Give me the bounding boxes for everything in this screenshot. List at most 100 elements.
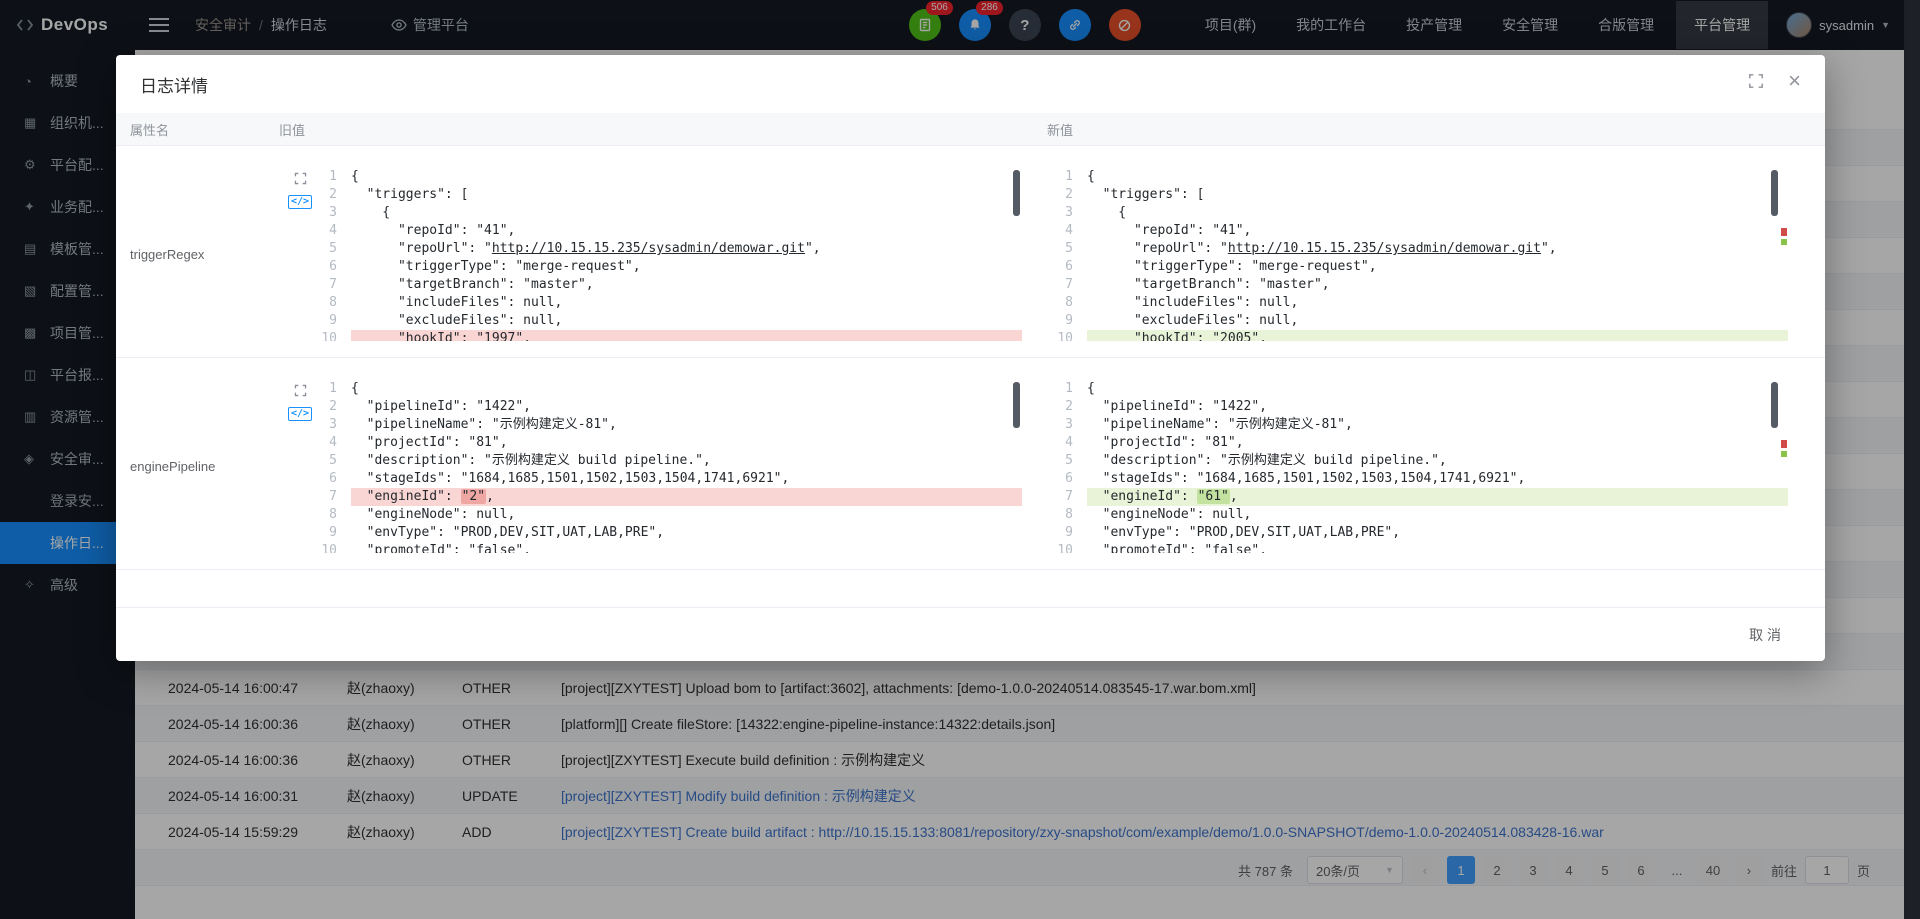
editor-scrollbar-thumb[interactable] [1771, 382, 1778, 428]
line-number: 2 [1053, 398, 1087, 416]
diff-row: enginePipeline </> 1{ 2 "pipelineId": "1422… [116, 358, 1825, 570]
code-line: 9 "envType": "PROD,DEV,SIT,UAT,LAB,PRE", [317, 524, 1022, 542]
code-line: 8 "engineNode": null, [317, 506, 1022, 524]
code-line: 8 "includeFiles": null, [317, 294, 1022, 312]
code-line: 1{ [317, 168, 1022, 186]
diff-table-header: 属性名 旧值 新值 [116, 113, 1825, 146]
code-line: 2 "triggers": [ [317, 186, 1022, 204]
line-number: 8 [1053, 506, 1087, 524]
line-number: 9 [317, 524, 351, 542]
new-value-cell: 1{2 "triggers": [3 {4 "repoId": "41",5 "… [1047, 168, 1825, 341]
code-editor[interactable]: 1{2 "triggers": [3 {4 "repoId": "41",5 "… [317, 168, 1022, 341]
line-number: 1 [317, 380, 351, 398]
code-line: 6 "stageIds": "1684,1685,1501,1502,1503,… [317, 470, 1022, 488]
code-line: 9 "excludeFiles": null, [317, 312, 1022, 330]
editor-code-icon[interactable]: </> [288, 195, 312, 209]
line-number: 4 [1053, 222, 1087, 240]
line-number: 8 [317, 294, 351, 312]
editor-scrollbar-thumb[interactable] [1771, 170, 1778, 216]
line-number: 8 [317, 506, 351, 524]
fullscreen-icon[interactable] [1748, 73, 1764, 89]
code-line: 10 "hookId": "1997", [317, 330, 1022, 341]
code-line: 3 { [317, 204, 1022, 222]
diff-marker-added [1781, 239, 1787, 245]
line-number: 10 [317, 330, 351, 341]
code-line: 2 "pipelineId": "1422", [317, 398, 1022, 416]
code-editor[interactable]: 1{2 "triggers": [3 {4 "repoId": "41",5 "… [1053, 168, 1788, 341]
editor-expand-icon[interactable] [294, 384, 307, 397]
attr-name: triggerRegex [116, 168, 279, 341]
old-value-cell: </>1{2 "pipelineId": "1422",3 "pipelineN… [279, 380, 1047, 553]
log-detail-dialog: 日志详情 × 属性名 旧值 新值 triggerRegex</>1{2 "tri… [116, 55, 1825, 661]
cancel-button[interactable]: 取 消 [1749, 625, 1781, 645]
line-number: 3 [317, 416, 351, 434]
line-number: 1 [317, 168, 351, 186]
code-line: 4 "projectId": "81", [1053, 434, 1788, 452]
code-line: 6 "triggerType": "merge-request", [1053, 258, 1788, 276]
code-line: 10 "promoteId": "false", [317, 542, 1022, 553]
code-line: 8 "includeFiles": null, [1053, 294, 1788, 312]
page-root: DevOps 安全审计 / 操作日志 管理平台 506 [0, 0, 1920, 919]
code-line: 7 "targetBranch": "master", [1053, 276, 1788, 294]
editor-toolbar: </> [283, 380, 317, 553]
line-number: 3 [1053, 204, 1087, 222]
code-link[interactable]: http://10.15.15.235/sysadmin/demowar.git [1228, 241, 1541, 256]
new-value-cell: 1{2 "pipelineId": "1422",3 "pipelineName… [1047, 380, 1825, 553]
code-editor[interactable]: 1{2 "pipelineId": "1422",3 "pipelineName… [317, 380, 1022, 553]
line-number: 10 [1053, 542, 1087, 553]
code-line: 2 "triggers": [ [1053, 186, 1788, 204]
editor-code-icon[interactable]: </> [288, 407, 312, 421]
code-line: 10 "hookId": "2005", [1053, 330, 1788, 341]
editor-scrollbar-thumb[interactable] [1013, 170, 1020, 216]
code-link[interactable]: http://10.15.15.235/sysadmin/demowar.git [492, 241, 805, 256]
line-number: 5 [1053, 240, 1087, 258]
line-number: 7 [1053, 488, 1087, 506]
code-line: 4 "repoId": "41", [1053, 222, 1788, 240]
diff-row: triggerRegex</>1{2 "triggers": [3 {4 "re… [116, 146, 1825, 358]
line-number: 4 [317, 434, 351, 452]
code-line: 4 "projectId": "81", [317, 434, 1022, 452]
line-number: 1 [1053, 168, 1087, 186]
line-number: 7 [317, 276, 351, 294]
line-number: 4 [1053, 434, 1087, 452]
editor-scrollbar-thumb[interactable] [1013, 382, 1020, 428]
diff-marker-removed [1781, 440, 1787, 448]
line-number: 9 [1053, 312, 1087, 330]
old-value-cell: </> 1{2 "triggers": [3 {4 "repoId": "41",… [279, 168, 1047, 341]
close-icon[interactable]: × [1788, 73, 1801, 89]
line-number: 6 [1053, 470, 1087, 488]
line-number: 7 [1053, 276, 1087, 294]
line-number: 2 [1053, 186, 1087, 204]
line-number: 10 [1053, 330, 1087, 341]
code-line: 3 "pipelineName": "示例构建定义-81", [1053, 416, 1788, 434]
line-number: 5 [1053, 452, 1087, 470]
code-line: 10 "promoteId": "false", [1053, 542, 1788, 553]
line-number: 6 [317, 470, 351, 488]
line-number: 2 [317, 186, 351, 204]
dialog-title: 日志详情 [140, 72, 208, 97]
line-number: 5 [317, 452, 351, 470]
dialog-footer: 取 消 [116, 607, 1825, 661]
diff-marker-added [1781, 451, 1787, 457]
code-line: 9 "excludeFiles": null, [1053, 312, 1788, 330]
code-line: 5 "description": "示例构建定义 build pipeline.… [1053, 452, 1788, 470]
code-line: 3 "pipelineName": "示例构建定义-81", [317, 416, 1022, 434]
column-new-value: 新值 [1047, 120, 1825, 139]
code-line: 1{ [1053, 380, 1788, 398]
line-number: 1 [1053, 380, 1087, 398]
code-line: 4 "repoId": "41", [317, 222, 1022, 240]
code-line: 6 "stageIds": "1684,1685,1501,1502,1503,… [1053, 470, 1788, 488]
line-number: 8 [1053, 294, 1087, 312]
line-number: 9 [317, 312, 351, 330]
line-number: 5 [317, 240, 351, 258]
line-number: 3 [1053, 416, 1087, 434]
code-editor[interactable]: 1{2 "pipelineId": "1422",3 "pipelineName… [1053, 380, 1788, 553]
code-line: 7 "engineId": "61", [1053, 488, 1788, 506]
line-number: 9 [1053, 524, 1087, 542]
dialog-header: 日志详情 × [116, 55, 1825, 113]
attr-name: enginePipeline [116, 380, 279, 553]
editor-expand-icon[interactable] [294, 172, 307, 185]
line-number: 3 [317, 204, 351, 222]
code-line: 5 "repoUrl": "http://10.15.15.235/sysadm… [1053, 240, 1788, 258]
code-line: 1{ [1053, 168, 1788, 186]
